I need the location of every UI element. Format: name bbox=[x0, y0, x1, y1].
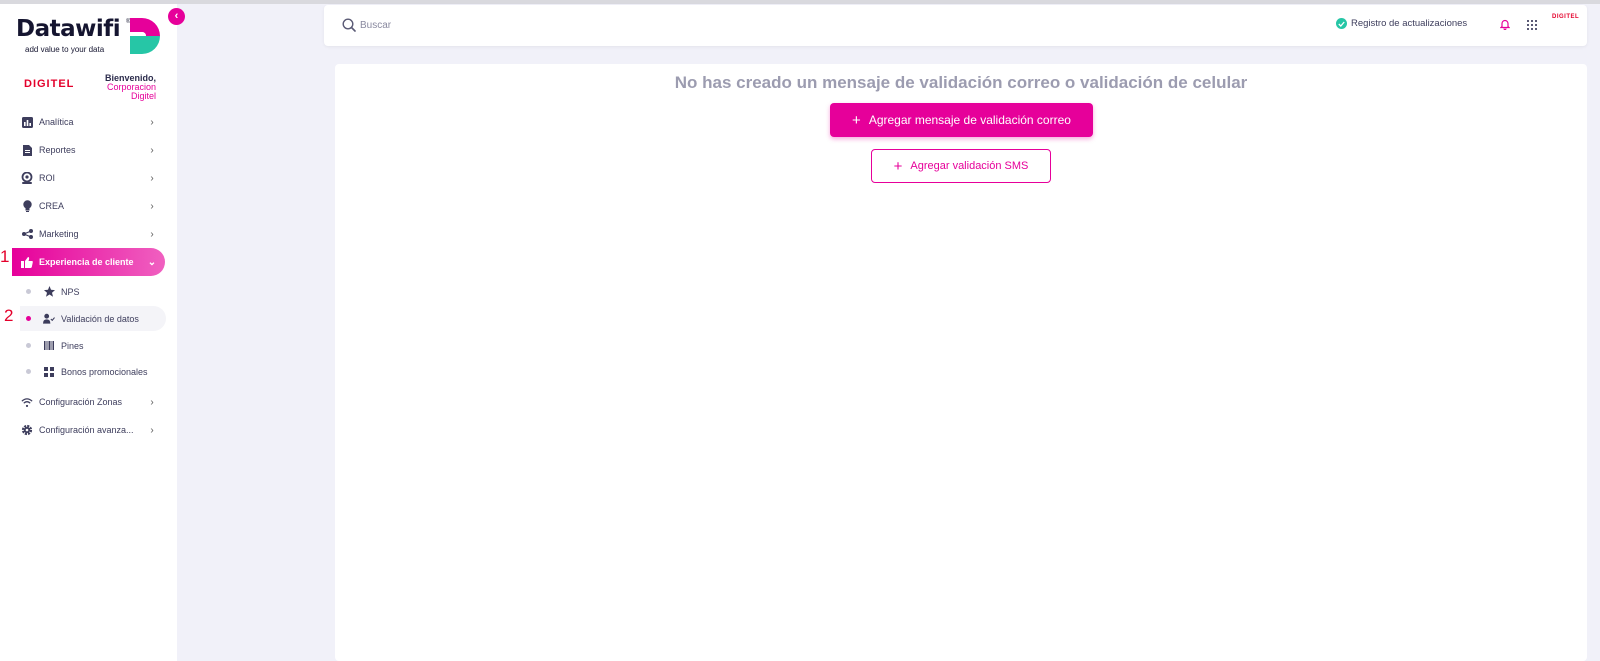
welcome-text: Bienvenido, Corporacion Digitel bbox=[96, 74, 156, 101]
plus-icon: + bbox=[852, 111, 861, 129]
sidebar-subitem-pines[interactable]: Pines bbox=[20, 333, 166, 358]
sidebar-subitem-validacion-de-datos[interactable]: Validación de datos bbox=[20, 306, 166, 331]
bullet-dot bbox=[26, 316, 31, 321]
bullet-dot bbox=[26, 369, 31, 374]
account-name: Corporacion Digitel bbox=[106, 82, 156, 101]
sidebar-item-label: CREA bbox=[39, 201, 65, 211]
button-label: Agregar mensaje de validación correo bbox=[868, 113, 1071, 127]
document-icon bbox=[21, 144, 33, 156]
chevron-down-icon: ⌄ bbox=[147, 256, 157, 268]
sidebar-item-label: Reportes bbox=[39, 145, 76, 155]
sidebar-subitem-nps[interactable]: NPS bbox=[20, 279, 166, 304]
search-icon bbox=[342, 18, 356, 32]
top-header: Registro de actualizaciones DIGITEL bbox=[324, 5, 1587, 46]
sidebar: Datawifi ® add value to your data DIGITE… bbox=[0, 4, 177, 661]
search-input[interactable] bbox=[360, 16, 660, 34]
sidebar-subitem-label: Validación de datos bbox=[61, 313, 139, 324]
button-label: Agregar validación SMS bbox=[910, 160, 1029, 172]
bullet-dot bbox=[26, 343, 31, 348]
grid-icon bbox=[43, 366, 55, 378]
lightbulb-icon bbox=[21, 200, 33, 212]
sidebar-item-configuracion-zonas[interactable]: Configuración Zonas › bbox=[12, 388, 165, 416]
sidebar-item-marketing[interactable]: Marketing › bbox=[12, 220, 165, 248]
chevron-right-icon: › bbox=[150, 228, 154, 240]
sidebar-item-roi[interactable]: ROI › bbox=[12, 164, 165, 192]
sidebar-item-crea[interactable]: CREA › bbox=[12, 192, 165, 220]
bullet-dot bbox=[26, 289, 31, 294]
sidebar-subitem-label: NPS bbox=[61, 286, 80, 297]
add-sms-validation-button[interactable]: + Agregar validación SMS bbox=[871, 149, 1051, 183]
changelog-label: Registro de actualizaciones bbox=[1351, 18, 1468, 29]
chevron-right-icon: › bbox=[150, 144, 154, 156]
step-annotation-2: 2 bbox=[4, 306, 14, 325]
sidebar-item-analitica[interactable]: Analítica › bbox=[12, 108, 165, 136]
datawifi-logo[interactable]: Datawifi ® add value to your data bbox=[16, 14, 166, 60]
sidebar-item-label: Marketing bbox=[39, 229, 79, 239]
check-circle-icon bbox=[1336, 18, 1347, 29]
collapse-sidebar-button[interactable]: ‹ bbox=[168, 8, 185, 25]
sidebar-subitem-label: Bonos promocionales bbox=[61, 366, 148, 377]
user-check-icon bbox=[43, 313, 55, 325]
window-top-border bbox=[0, 0, 1600, 4]
bell-icon[interactable] bbox=[1500, 19, 1510, 30]
datawifi-mark-icon bbox=[130, 18, 160, 54]
add-email-validation-button[interactable]: + Agregar mensaje de validación correo bbox=[830, 103, 1093, 137]
sidebar-item-experiencia-de-cliente[interactable]: Experiencia de cliente ⌄ bbox=[12, 248, 165, 276]
sidebar-item-label: Configuración avanza... bbox=[39, 425, 134, 435]
plus-icon: + bbox=[893, 157, 903, 175]
changelog-link[interactable]: Registro de actualizaciones bbox=[1336, 18, 1467, 29]
chevron-right-icon: › bbox=[150, 424, 154, 436]
sidebar-item-configuracion-avanzada[interactable]: Configuración avanza... › bbox=[12, 416, 165, 444]
account-avatar[interactable]: DIGITEL bbox=[1552, 14, 1579, 20]
empty-state-message: No has creado un mensaje de validación c… bbox=[674, 73, 1248, 92]
apps-grid-icon[interactable] bbox=[1527, 20, 1537, 30]
star-icon bbox=[43, 286, 55, 298]
sidebar-subitem-label: Pines bbox=[61, 340, 84, 351]
account-row: DIGITEL Bienvenido, Corporacion Digitel bbox=[0, 74, 177, 106]
wifi-icon bbox=[21, 396, 33, 408]
share-icon bbox=[21, 228, 33, 240]
chevron-right-icon: › bbox=[150, 116, 154, 128]
chevron-right-icon: › bbox=[150, 200, 154, 212]
chevron-right-icon: › bbox=[150, 172, 154, 184]
money-icon bbox=[21, 172, 33, 184]
thumbs-up-icon bbox=[21, 256, 33, 268]
sidebar-item-label: ROI bbox=[39, 173, 56, 183]
sidebar-item-label: Experiencia de cliente bbox=[39, 257, 134, 267]
sidebar-item-reportes[interactable]: Reportes › bbox=[12, 136, 165, 164]
main-panel: No has creado un mensaje de validación c… bbox=[335, 64, 1587, 661]
chart-icon bbox=[21, 116, 33, 128]
sidebar-subitem-bonos-promocionales[interactable]: Bonos promocionales bbox=[20, 359, 166, 384]
logo-wordmark: Datawifi bbox=[16, 16, 121, 42]
chevron-right-icon: › bbox=[150, 396, 154, 408]
digitel-logo: DIGITEL bbox=[24, 78, 75, 90]
gear-icon bbox=[21, 424, 33, 436]
sidebar-item-label: Configuración Zonas bbox=[39, 397, 123, 407]
step-annotation-1: 1 bbox=[0, 247, 10, 266]
sidebar-item-label: Analítica bbox=[39, 117, 74, 127]
barcode-icon bbox=[43, 340, 55, 352]
logo-tagline: add value to your data bbox=[25, 45, 105, 54]
